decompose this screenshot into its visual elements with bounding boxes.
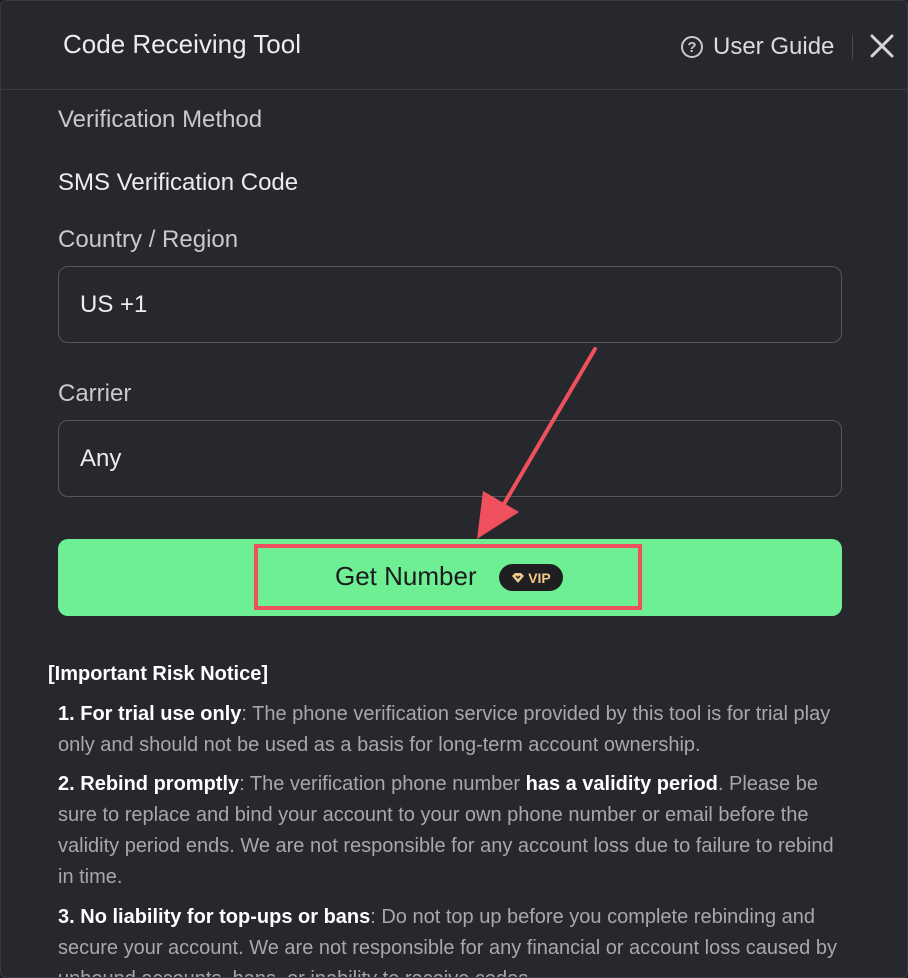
get-number-button[interactable]: Get Number VIP <box>58 539 842 616</box>
notice-item-3-prefix: 3. <box>58 906 81 928</box>
question-circle-icon: ? <box>681 36 703 58</box>
carrier-label: Carrier <box>58 380 132 407</box>
risk-notice-item-3: 3. No liability for top-ups or bans: Do … <box>58 902 838 977</box>
notice-item-3-heading: No liability for top-ups or bans <box>80 906 371 928</box>
user-guide-label: User Guide <box>713 33 835 60</box>
get-number-label: Get Number <box>335 561 477 591</box>
risk-notice-item-2: 2. Rebind promptly: The verification pho… <box>58 769 838 893</box>
vip-badge: VIP <box>499 564 563 591</box>
notice-item-1-prefix: 1. <box>58 703 81 725</box>
carrier-value: Any <box>80 444 122 472</box>
country-region-select[interactable]: US +1 <box>58 266 842 343</box>
risk-notice-title: [Important Risk Notice] <box>48 663 269 685</box>
dialog-title: Code Receiving Tool <box>63 29 301 59</box>
notice-item-2-emphasis: has a validity period <box>525 773 718 795</box>
header-divider <box>852 35 853 59</box>
vip-badge-label: VIP <box>528 569 551 586</box>
verification-method-label: Verification Method <box>58 106 263 133</box>
notice-item-2-text-a: : The verification phone number <box>239 773 526 795</box>
notice-item-2-prefix: 2. <box>58 773 81 795</box>
carrier-select[interactable]: Any <box>58 420 842 497</box>
country-region-label: Country / Region <box>58 226 239 253</box>
close-button[interactable] <box>867 31 897 61</box>
dialog-header: Code Receiving Tool ? User Guide <box>1 1 907 90</box>
verification-method-value: SMS Verification Code <box>58 169 299 196</box>
close-icon <box>870 34 894 58</box>
diamond-heart-icon <box>512 572 525 583</box>
code-receiving-dialog: Code Receiving Tool ? User Guide Verific… <box>0 0 908 978</box>
notice-item-1-heading: For trial use only <box>80 703 242 725</box>
risk-notice-item-1: 1. For trial use only: The phone verific… <box>58 699 838 761</box>
country-region-value: US +1 <box>80 290 148 318</box>
notice-item-2-heading: Rebind promptly <box>80 773 240 795</box>
user-guide-link[interactable]: ? User Guide <box>681 31 834 63</box>
